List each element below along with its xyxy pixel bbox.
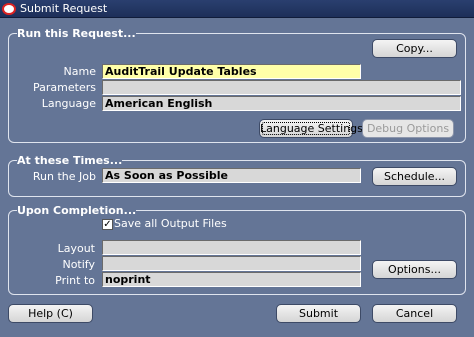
schedule-heading: At these Times... [17,154,123,167]
help-button[interactable]: Help (C) [8,304,93,323]
parameters-label: Parameters [33,81,96,94]
completion-heading: Upon Completion... [17,204,137,217]
copy-button[interactable]: Copy... [372,39,457,58]
save-output-checkbox[interactable]: ✓ [102,219,113,230]
schedule-button[interactable]: Schedule... [372,167,457,186]
print-to-field[interactable]: noprint [102,272,361,287]
run-job-label: Run the Job [32,170,96,183]
print-to-label: Print to [55,274,95,287]
name-field[interactable]: AuditTrail Update Tables [102,64,361,79]
debug-options-button[interactable]: Debug Options [362,119,454,138]
language-label: Language [41,97,96,110]
cancel-button[interactable]: Cancel [372,304,457,323]
submit-button[interactable]: Submit [276,304,361,323]
language-field[interactable]: American English [102,96,461,111]
window-title: Submit Request [20,2,108,15]
oracle-logo-icon [2,2,16,15]
name-label: Name [63,65,96,78]
run-request-heading: Run this Request... [17,27,136,40]
options-button[interactable]: Options... [372,260,457,279]
layout-label: Layout [57,242,95,255]
parameters-field[interactable] [102,80,461,95]
layout-field[interactable] [102,240,361,255]
title-bar: Submit Request [0,0,474,18]
notify-field[interactable] [102,256,361,271]
run-job-field[interactable]: As Soon as Possible [102,168,361,183]
save-output-label: Save all Output Files [114,217,227,230]
notify-label: Notify [62,258,95,271]
language-settings-button[interactable]: Language Settings... [259,119,373,138]
